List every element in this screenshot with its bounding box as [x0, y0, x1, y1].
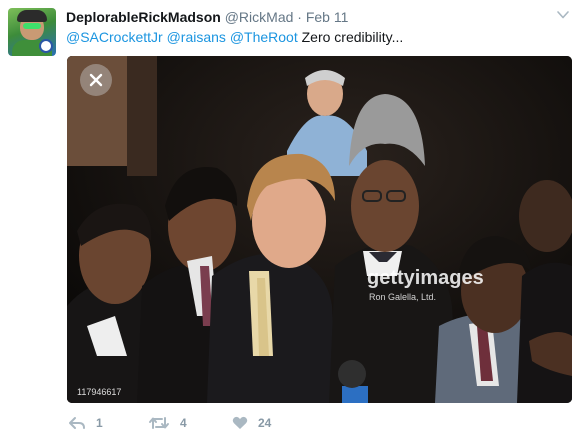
tweet-timestamp[interactable]: Feb 11	[306, 9, 349, 25]
like-button[interactable]: 24	[232, 412, 271, 434]
chevron-down-icon[interactable]	[556, 8, 570, 22]
mention-link[interactable]: @raisans	[167, 29, 226, 45]
avatar-badge-icon	[39, 39, 53, 53]
tweet-photo[interactable]: gettyimages Ron Galella, Ltd. 117946617	[67, 56, 572, 403]
retweet-count: 4	[180, 416, 187, 430]
like-count: 24	[258, 416, 272, 430]
tweet[interactable]: DeplorableRickMadson @RickMad · Feb 11 @…	[0, 0, 580, 438]
header-separator: ·	[297, 9, 302, 25]
mention-link[interactable]: @TheRoot	[230, 29, 298, 45]
avatar[interactable]	[8, 8, 56, 56]
photo-credit: Ron Galella, Ltd.	[369, 292, 437, 302]
getty-watermark: gettyimages	[367, 267, 484, 289]
author-display-name[interactable]: DeplorableRickMadson	[66, 9, 221, 25]
tweet-header: DeplorableRickMadson @RickMad · Feb 11	[66, 8, 348, 26]
avatar-sunglasses	[23, 23, 41, 29]
retweet-icon	[149, 417, 169, 429]
retweet-button[interactable]: 4	[148, 412, 187, 434]
reply-button[interactable]: 1	[68, 412, 103, 434]
close-icon[interactable]	[80, 64, 112, 96]
heart-icon	[232, 416, 248, 429]
mention-link[interactable]: @SACrockettJr	[66, 29, 163, 45]
tweet-body: Zero credibility...	[301, 29, 404, 45]
tweet-actions: 1 4 24	[66, 412, 326, 434]
author-handle[interactable]: @RickMad	[225, 9, 294, 25]
photo-scene	[67, 56, 572, 403]
tweet-text: @SACrockettJr @raisans @TheRoot Zero cre…	[66, 28, 403, 46]
reply-icon	[69, 417, 85, 429]
reply-count: 1	[96, 416, 103, 430]
avatar-cap	[17, 10, 47, 22]
image-id: 117946617	[77, 387, 122, 397]
